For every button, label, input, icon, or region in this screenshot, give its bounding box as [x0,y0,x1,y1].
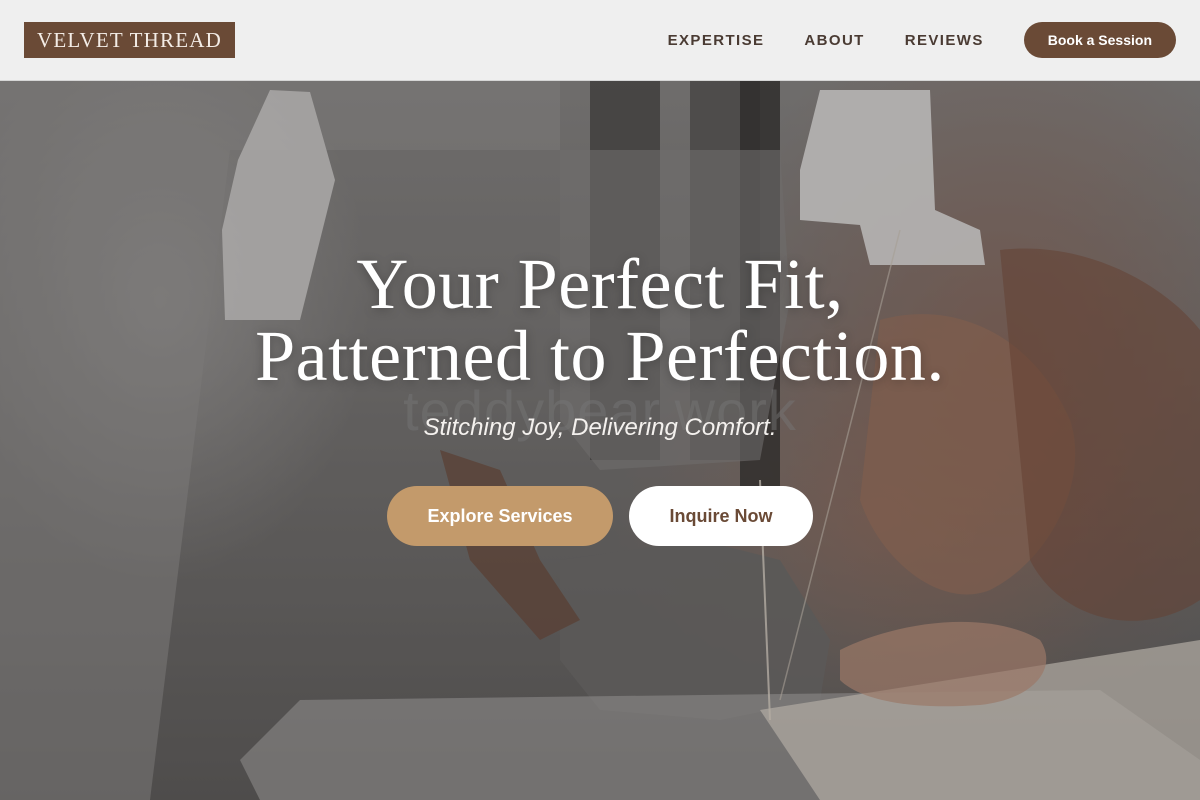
hero-title: Your Perfect Fit, Patterned to Perfectio… [0,248,1200,392]
hero-title-line-1: Your Perfect Fit, [356,244,844,324]
nav-link-expertise[interactable]: EXPERTISE [668,32,765,49]
hero-button-group: Explore Services Inquire Now [0,486,1200,546]
nav-link-about[interactable]: ABOUT [804,32,864,49]
nav-link-reviews[interactable]: REVIEWS [905,32,984,49]
hero-section: Your Perfect Fit, Patterned to Perfectio… [0,248,1200,546]
explore-services-button[interactable]: Explore Services [387,486,613,546]
book-session-button[interactable]: Book a Session [1023,22,1176,58]
landing-page: VELVET THREAD EXPERTISE ABOUT REVIEWS Bo… [0,0,1200,800]
site-header: VELVET THREAD EXPERTISE ABOUT REVIEWS Bo… [0,0,1200,81]
hero-subtitle: Stitching Joy, Delivering Comfort. [423,414,777,441]
main-nav: EXPERTISE ABOUT REVIEWS Book a Session [668,22,1176,58]
inquire-now-button[interactable]: Inquire Now [629,486,813,546]
hero-title-line-2: Patterned to Perfection. [255,316,945,396]
logo[interactable]: VELVET THREAD [24,22,235,58]
